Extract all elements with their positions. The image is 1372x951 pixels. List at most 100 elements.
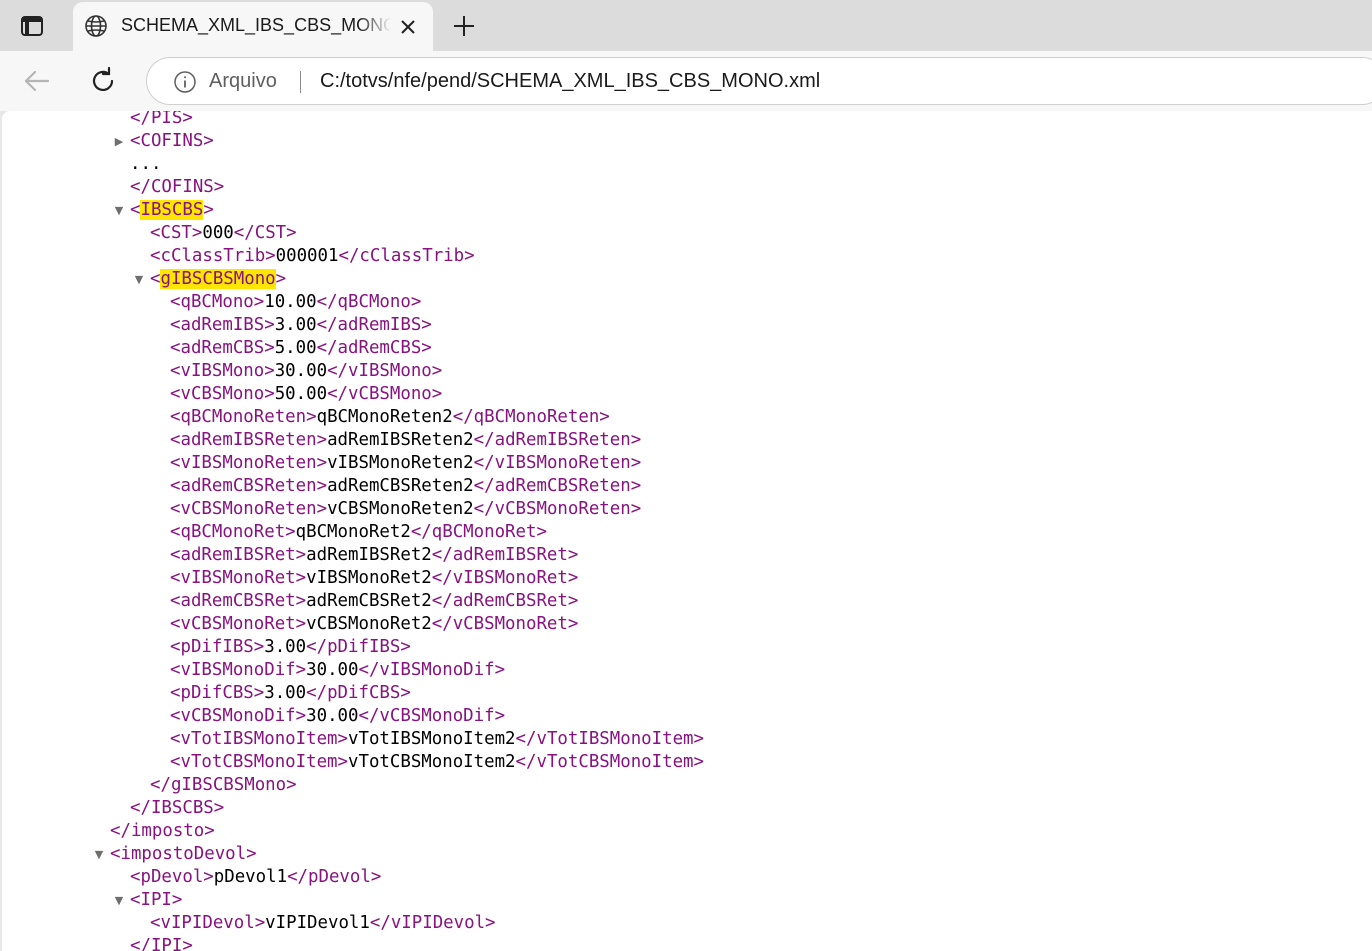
xml-close-tag: </qBCMonoReten> <box>452 407 610 427</box>
collapse-triangle-icon[interactable]: ▼ <box>93 843 105 866</box>
xml-close-tag: </adRemCBSReten> <box>473 476 642 496</box>
xml-value: adRemCBSRet2 <box>306 591 432 611</box>
xml-line: <vTotCBSMonoItem>vTotCBSMonoItem2</vTotC… <box>170 751 704 774</box>
highlighted-tag-name: gIBSCBSMono <box>160 269 276 289</box>
new-tab-icon[interactable] <box>448 10 480 42</box>
xml-open-tag: <qBCMonoRet> <box>170 522 296 542</box>
xml-line: <adRemIBS>3.00</adRemIBS> <box>170 314 432 337</box>
xml-open-tag: <pDifIBS> <box>170 637 265 657</box>
xml-close-tag: </vIBSMonoRet> <box>431 568 579 588</box>
xml-line: <qBCMonoReten>qBCMonoReten2</qBCMonoRete… <box>170 406 610 429</box>
xml-value: 30.00 <box>274 361 328 381</box>
xml-tag-open-bracket: < <box>150 269 161 289</box>
close-tab-icon[interactable] <box>397 16 419 38</box>
site-scheme-label: Arquivo <box>209 70 277 92</box>
xml-close-tag: </adRemCBSRet> <box>431 591 579 611</box>
xml-line: <vIPIDevol>vIPIDevol1</vIPIDevol> <box>150 912 496 935</box>
xml-close-tag: </vIPIDevol> <box>369 913 496 933</box>
collapse-triangle-icon[interactable]: ▼ <box>133 268 145 291</box>
xml-value: 3.00 <box>274 315 317 335</box>
xml-line: <pDifIBS>3.00</pDifIBS> <box>170 636 411 659</box>
back-arrow-icon[interactable] <box>20 64 54 98</box>
xml-open-tag: <vIBSMonoReten> <box>170 453 328 473</box>
xml-value: 30.00 <box>306 706 359 726</box>
xml-tag-open-bracket: < <box>130 200 141 220</box>
xml-tag: </IBSCBS> <box>130 798 225 818</box>
xml-line: <cClassTrib>000001</cClassTrib> <box>150 245 475 268</box>
reload-icon[interactable] <box>86 64 120 98</box>
xml-value: qBCMonoReten2 <box>316 407 453 427</box>
xml-line: <vCBSMonoDif>30.00</vCBSMonoDif> <box>170 705 505 728</box>
xml-open-tag: <vTotCBSMonoItem> <box>170 752 348 772</box>
xml-open-tag: <adRemIBSRet> <box>170 545 307 565</box>
xml-close-tag: </pDifIBS> <box>306 637 411 657</box>
collapse-triangle-icon[interactable]: ▼ <box>113 199 125 222</box>
xml-line: <vCBSMono>50.00</vCBSMono> <box>170 383 442 406</box>
xml-open-tag: <adRemCBSRet> <box>170 591 307 611</box>
xml-value: vIPIDevol1 <box>265 913 370 933</box>
active-tab[interactable]: SCHEMA_XML_IBS_CBS_MONO.xml <box>73 2 433 51</box>
xml-line: </IPI> <box>130 935 193 951</box>
xml-open-tag: <adRemCBS> <box>170 338 275 358</box>
globe-icon <box>84 14 108 38</box>
xml-value: qBCMonoRet2 <box>295 522 411 542</box>
omnibox-divider <box>300 71 301 93</box>
xml-line: <vCBSMonoRet>vCBSMonoRet2</vCBSMonoRet> <box>170 613 578 636</box>
xml-line: <qBCMono>10.00</qBCMono> <box>170 291 421 314</box>
xml-line: </PIS> <box>130 111 193 130</box>
xml-open-tag: <qBCMono> <box>170 292 265 312</box>
url-text[interactable]: C:/totvs/nfe/pend/SCHEMA_XML_IBS_CBS_MON… <box>320 70 820 93</box>
xml-open-tag: <vIBSMonoRet> <box>170 568 307 588</box>
collapsed-ellipsis: ... <box>130 154 162 174</box>
xml-open-tag: <vCBSMono> <box>170 384 275 404</box>
xml-open-tag: <cClassTrib> <box>150 246 276 266</box>
xml-line: <COFINS> <box>130 130 214 153</box>
xml-open-tag: <qBCMonoReten> <box>170 407 317 427</box>
xml-tag: </gIBSCBSMono> <box>150 775 297 795</box>
address-bar[interactable]: Arquivo C:/totvs/nfe/pend/SCHEMA_XML_IBS… <box>146 57 1372 105</box>
xml-tag: <IPI> <box>130 890 183 910</box>
xml-line: <adRemIBSReten>adRemIBSReten2</adRemIBSR… <box>170 429 641 452</box>
xml-close-tag: </cClassTrib> <box>338 246 475 266</box>
xml-line: <adRemIBSRet>adRemIBSRet2</adRemIBSRet> <box>170 544 578 567</box>
xml-open-tag: <vIBSMono> <box>170 361 275 381</box>
xml-line: <adRemCBS>5.00</adRemCBS> <box>170 337 432 360</box>
xml-tag-close-bracket: > <box>275 269 287 289</box>
xml-open-tag: <adRemIBSReten> <box>170 430 328 450</box>
xml-line: <pDifCBS>3.00</pDifCBS> <box>170 682 411 705</box>
xml-value: 50.00 <box>274 384 328 404</box>
xml-value: 000001 <box>275 246 339 266</box>
xml-close-tag: </vCBSMonoReten> <box>473 499 642 519</box>
xml-tag: </COFINS> <box>130 177 225 197</box>
info-icon[interactable] <box>173 70 197 94</box>
xml-close-tag: </qBCMono> <box>316 292 422 312</box>
xml-line: </gIBSCBSMono> <box>150 774 297 797</box>
xml-close-tag: </pDifCBS> <box>306 683 411 703</box>
xml-line: <pDevol>pDevol1</pDevol> <box>130 866 381 889</box>
xml-value: vTotIBSMonoItem2 <box>348 729 516 749</box>
xml-value: vCBSMonoReten2 <box>327 499 474 519</box>
xml-value: 30.00 <box>306 660 359 680</box>
xml-value: adRemIBSRet2 <box>306 545 432 565</box>
xml-line: <gIBSCBSMono> <box>150 268 286 291</box>
xml-value: 3.00 <box>264 637 307 657</box>
tab-strip: SCHEMA_XML_IBS_CBS_MONO.xml <box>0 0 1372 51</box>
xml-tag: </PIS> <box>130 111 193 128</box>
xml-value: 10.00 <box>264 292 317 312</box>
xml-open-tag: <vCBSMonoRet> <box>170 614 307 634</box>
highlighted-tag-name: IBSCBS <box>140 200 204 220</box>
collapse-triangle-icon[interactable]: ▼ <box>113 889 125 912</box>
xml-value: pDevol1 <box>213 867 288 887</box>
xml-open-tag: <pDifCBS> <box>170 683 265 703</box>
xml-tag: <COFINS> <box>130 131 214 151</box>
xml-close-tag: </adRemIBSReten> <box>473 430 642 450</box>
xml-line: <vIBSMonoReten>vIBSMonoReten2</vIBSMonoR… <box>170 452 641 475</box>
tab-actions-icon[interactable] <box>12 11 52 41</box>
xml-value: vIBSMonoRet2 <box>306 568 432 588</box>
xml-close-tag: </vTotCBSMonoItem> <box>515 752 704 772</box>
expand-triangle-icon[interactable]: ▶ <box>113 130 125 153</box>
xml-close-tag: </vIBSMonoDif> <box>358 660 506 680</box>
xml-value: 000 <box>202 223 234 243</box>
xml-line: <adRemCBSReten>adRemCBSReten2</adRemCBSR… <box>170 475 641 498</box>
xml-close-tag: </vIBSMonoReten> <box>473 453 642 473</box>
